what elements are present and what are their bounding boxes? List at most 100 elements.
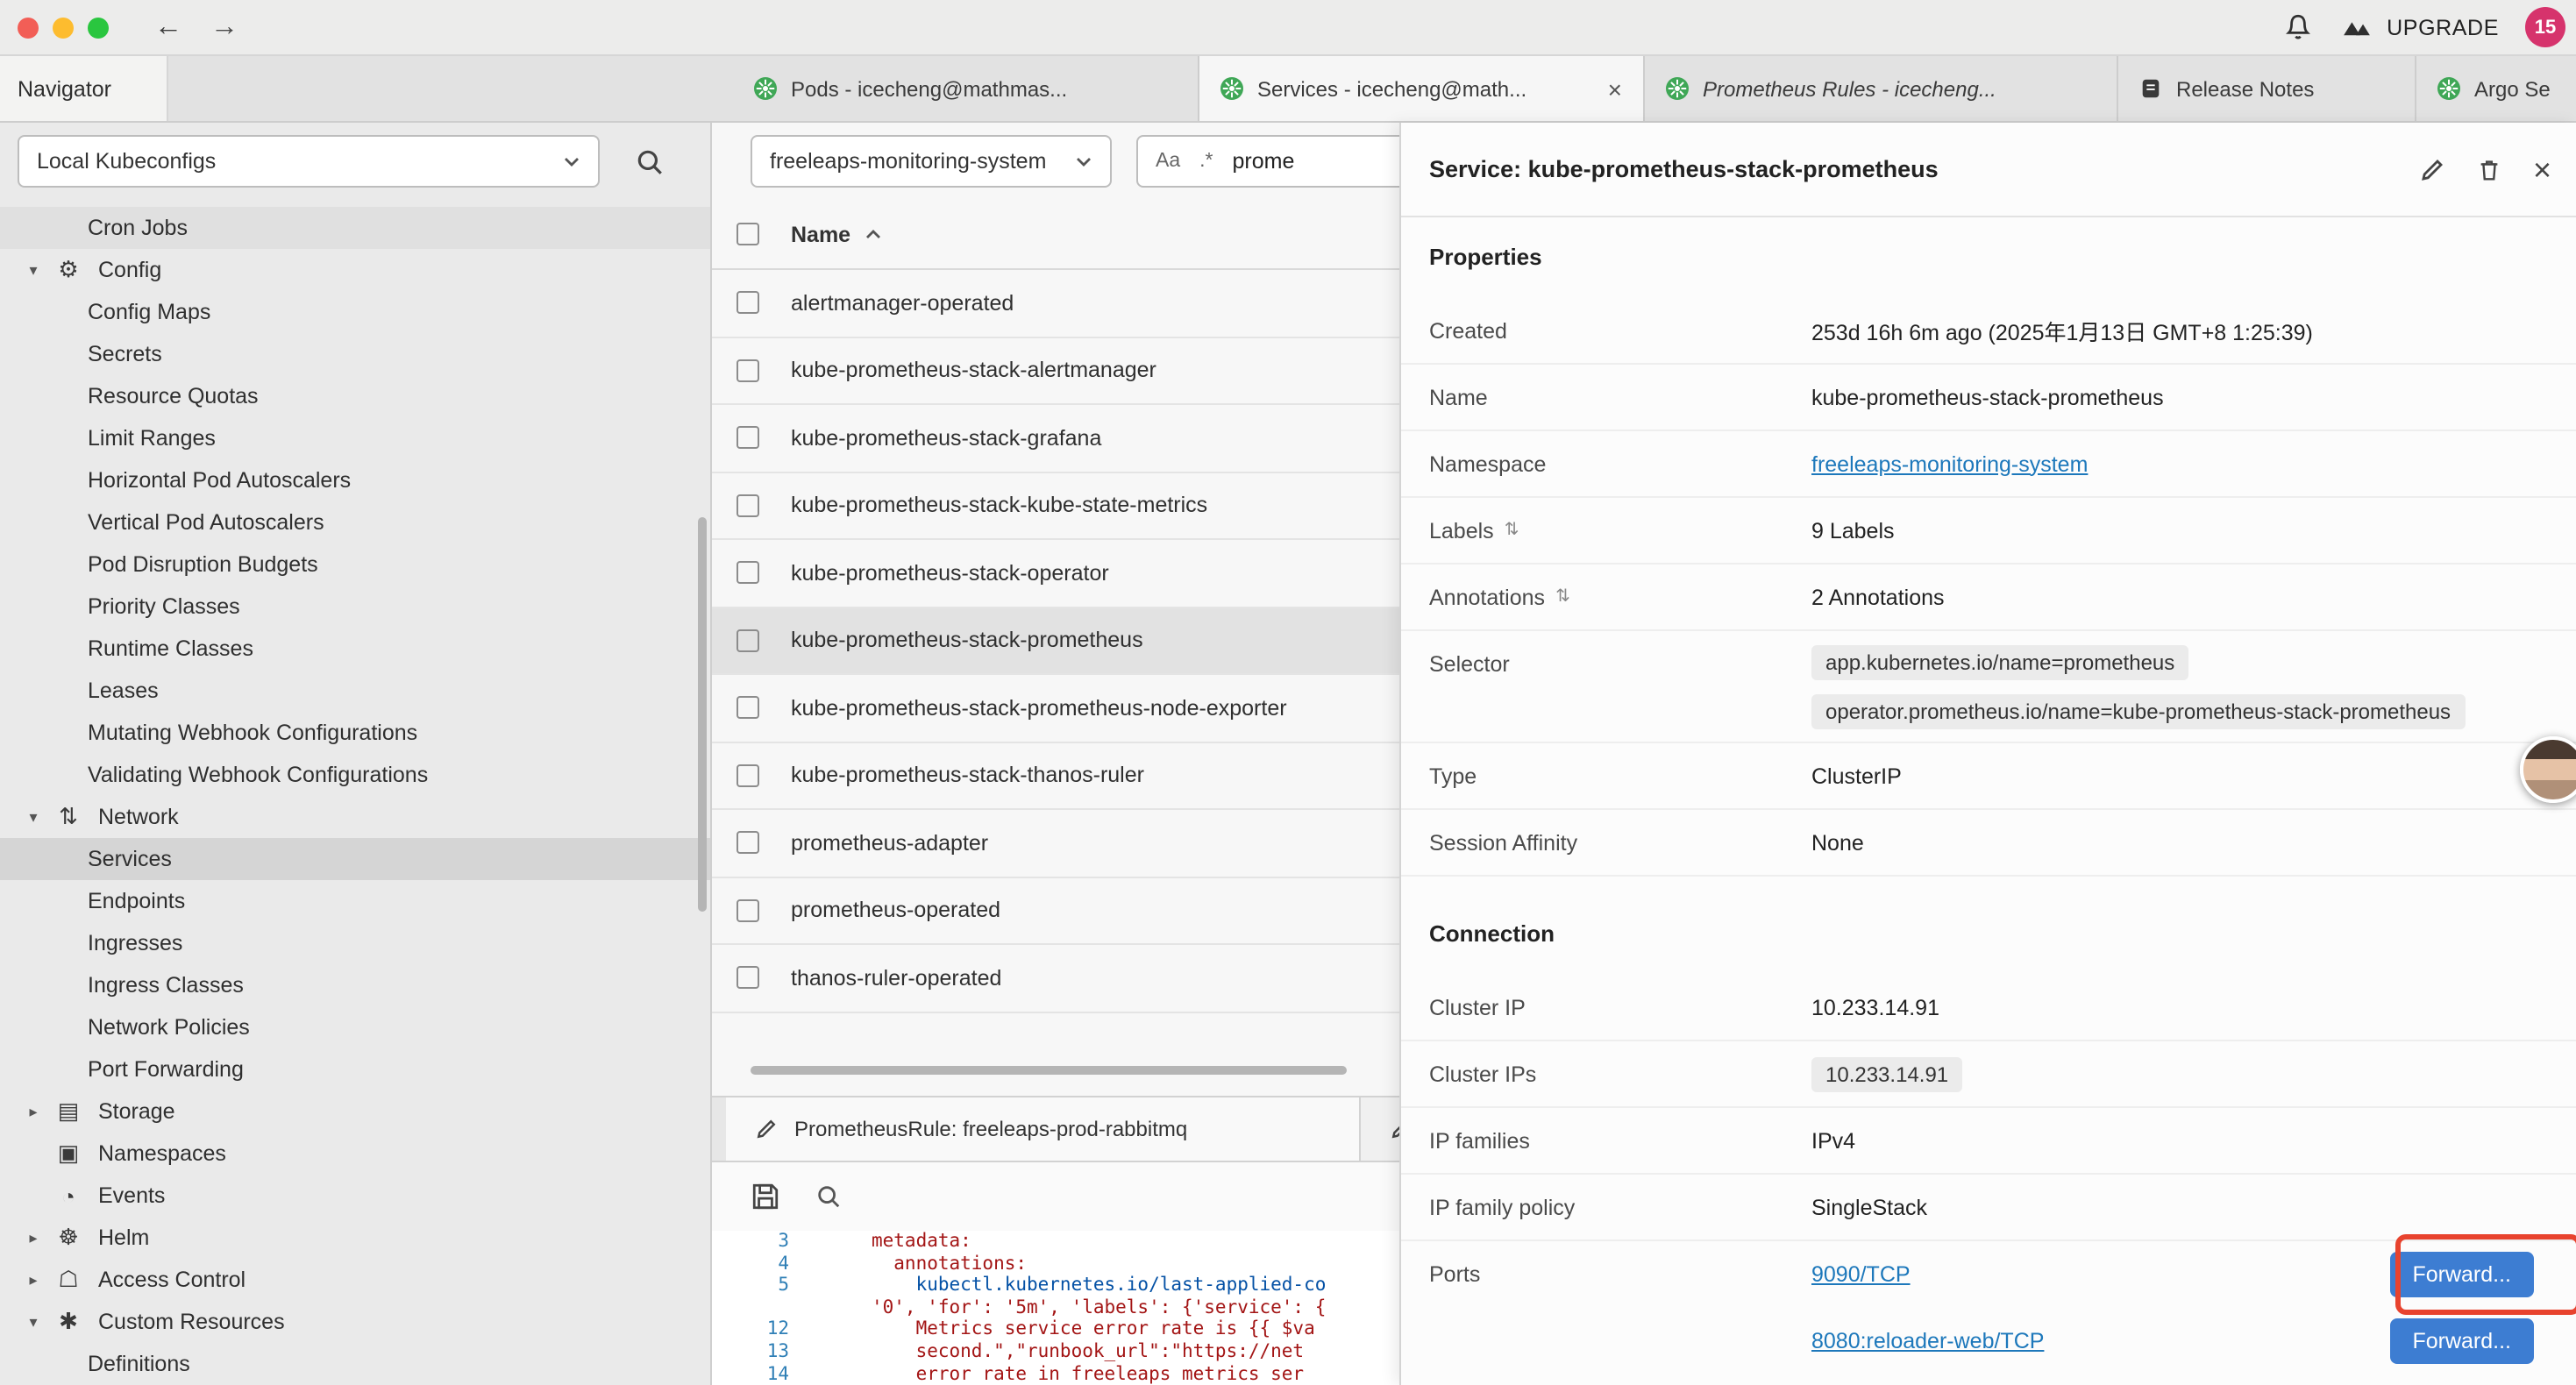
forward-button[interactable]: Forward... (2389, 1252, 2534, 1297)
name-header-label: Name (791, 222, 850, 246)
row-checkbox[interactable] (737, 629, 759, 652)
upgrade-button[interactable]: UPGRADE (2339, 15, 2499, 39)
sidebar-item[interactable]: Resource Quotas (0, 375, 710, 417)
horizontal-scrollbar[interactable] (751, 1066, 1347, 1075)
sidebar-item[interactable]: ▾ ✱ Custom Resources (0, 1301, 710, 1343)
notifications-bell-icon[interactable] (2283, 12, 2313, 42)
sidebar-search-icon[interactable] (635, 146, 665, 176)
tab-pods[interactable]: Pods - icecheng@mathmas... (733, 56, 1199, 121)
sidebar-item[interactable]: Validating Webhook Configurations (0, 754, 710, 796)
tree-chevron-icon[interactable]: ▸ (21, 1102, 46, 1121)
annotations-value[interactable]: 2 Annotations (1811, 585, 2548, 609)
traffic-light-close-button[interactable] (18, 17, 39, 38)
sidebar-item[interactable]: ▸ ☖ Access Control (0, 1259, 710, 1301)
sidebar-item[interactable]: Mutating Webhook Configurations (0, 712, 710, 754)
sidebar-item[interactable]: Pod Disruption Budgets (0, 543, 710, 586)
chevron-down-icon (563, 155, 580, 167)
sidebar-item[interactable]: ◔ Events (0, 1175, 710, 1217)
row-checkbox[interactable] (737, 562, 759, 585)
expand-collapse-icon[interactable]: ⇅ (1505, 521, 1519, 540)
namespace-selector[interactable]: freeleaps-monitoring-system (751, 135, 1112, 188)
tab-argo[interactable]: Argo Se (2416, 56, 2576, 121)
kubeconfig-selector[interactable]: Local Kubeconfigs (18, 135, 600, 188)
sidebar-item[interactable]: Port Forwarding (0, 1048, 710, 1090)
sidebar-item[interactable]: Ingress Classes (0, 964, 710, 1006)
tree-item-icon: ⇅ (53, 803, 84, 831)
row-checkbox[interactable] (737, 427, 759, 450)
sidebar-item[interactable]: ▾ ⇅ Network (0, 796, 710, 838)
tree-chevron-icon[interactable]: ▾ (21, 1312, 46, 1332)
ports-label: Ports (1429, 1241, 1811, 1308)
sidebar-item[interactable]: ▾ ⚙ Config (0, 249, 710, 291)
property-row-session-affinity: Session Affinity None (1401, 810, 2576, 877)
sidebar-item-label: Vertical Pod Autoscalers (88, 510, 324, 535)
sidebar-item[interactable]: ▸ ▤ Storage (0, 1090, 710, 1133)
connection-row-cluster-ips: Cluster IPs 10.233.14.91 (1401, 1041, 2576, 1108)
editor-tab-prometheusrule[interactable]: PrometheusRule: freeleaps-prod-rabbitmq (726, 1097, 1361, 1161)
row-checkbox[interactable] (737, 764, 759, 787)
sidebar-scrollbar[interactable] (698, 517, 707, 912)
tree-chevron-icon[interactable]: ▸ (21, 1228, 46, 1247)
sidebar-item[interactable]: Endpoints (0, 880, 710, 922)
tree-chevron-icon[interactable]: ▸ (21, 1270, 46, 1289)
forward-button[interactable]: → (210, 11, 238, 43)
row-checkbox[interactable] (737, 359, 759, 382)
sidebar-item[interactable]: Config Maps (0, 291, 710, 333)
ip-families-value: IPv4 (1811, 1128, 2548, 1153)
sidebar-item[interactable]: Network Policies (0, 1006, 710, 1048)
sidebar-item[interactable]: Limit Ranges (0, 417, 710, 459)
namespace-selector-value: freeleaps-monitoring-system (770, 149, 1046, 174)
row-checkbox[interactable] (737, 967, 759, 990)
sidebar-item[interactable]: Horizontal Pod Autoscalers (0, 459, 710, 501)
sidebar-item[interactable]: Leases (0, 670, 710, 712)
tab-prometheus-rules[interactable]: Prometheus Rules - icecheng... (1645, 56, 2118, 121)
sidebar-item[interactable]: ▸ ☸ Helm (0, 1217, 710, 1259)
regex-toggle[interactable]: .* (1199, 151, 1213, 172)
search-input[interactable]: Aa .* prome (1136, 135, 1417, 188)
sidebar-item[interactable]: Secrets (0, 333, 710, 375)
tab-close-icon[interactable]: × (1594, 75, 1622, 103)
select-all-checkbox[interactable] (737, 223, 759, 245)
port-link[interactable]: 8080:reloader-web/TCP (1811, 1329, 2044, 1353)
labels-value[interactable]: 9 Labels (1811, 518, 2548, 543)
close-icon[interactable]: × (2533, 153, 2551, 185)
delete-trash-icon[interactable] (2477, 155, 2503, 183)
sidebar-item-label: Secrets (88, 342, 162, 366)
tab-label: Pods - icecheng@mathmas... (791, 76, 1067, 101)
tab-release-notes[interactable]: Release Notes (2118, 56, 2416, 121)
sidebar-item-label: Port Forwarding (88, 1057, 244, 1082)
forward-button[interactable]: Forward... (2389, 1318, 2534, 1364)
row-checkbox[interactable] (737, 832, 759, 855)
row-checkbox[interactable] (737, 697, 759, 720)
edit-pencil-icon[interactable] (2419, 155, 2447, 183)
sidebar-item[interactable]: ▣ Namespaces (0, 1133, 710, 1175)
navigator-panel-header[interactable]: Navigator (0, 56, 168, 121)
row-checkbox[interactable] (737, 292, 759, 315)
sidebar-item[interactable]: Ingresses (0, 922, 710, 964)
tree-chevron-icon[interactable]: ▾ (21, 807, 46, 827)
save-icon[interactable] (751, 1182, 780, 1211)
sidebar-item[interactable]: Definitions (0, 1343, 710, 1385)
name-column-header[interactable]: Name (791, 222, 882, 246)
namespace-link[interactable]: freeleaps-monitoring-system (1811, 451, 2088, 476)
notification-count-badge[interactable]: 15 (2525, 7, 2565, 47)
row-checkbox[interactable] (737, 899, 759, 922)
expand-collapse-icon[interactable]: ⇅ (1555, 587, 1570, 607)
editor-search-icon[interactable] (815, 1183, 842, 1210)
sidebar-item[interactable]: Vertical Pod Autoscalers (0, 501, 710, 543)
sidebar-item[interactable]: Priority Classes (0, 586, 710, 628)
traffic-light-minimize-button[interactable] (53, 17, 74, 38)
back-button[interactable]: ← (154, 11, 182, 43)
port-link[interactable]: 9090/TCP (1811, 1262, 1911, 1287)
match-case-toggle[interactable]: Aa (1156, 151, 1180, 172)
sidebar-item[interactable]: Runtime Classes (0, 628, 710, 670)
line-number: 14 (712, 1363, 796, 1385)
row-checkbox[interactable] (737, 494, 759, 517)
sidebar-toolbar: Local Kubeconfigs (0, 123, 710, 200)
tree-chevron-icon[interactable]: ▾ (21, 260, 46, 280)
session-affinity-value: None (1811, 830, 2548, 855)
tab-services[interactable]: Services - icecheng@math... × (1199, 56, 1645, 121)
sidebar-item[interactable]: Cron Jobs (0, 207, 710, 249)
traffic-light-maximize-button[interactable] (88, 17, 109, 38)
sidebar-item[interactable]: Services (0, 838, 710, 880)
